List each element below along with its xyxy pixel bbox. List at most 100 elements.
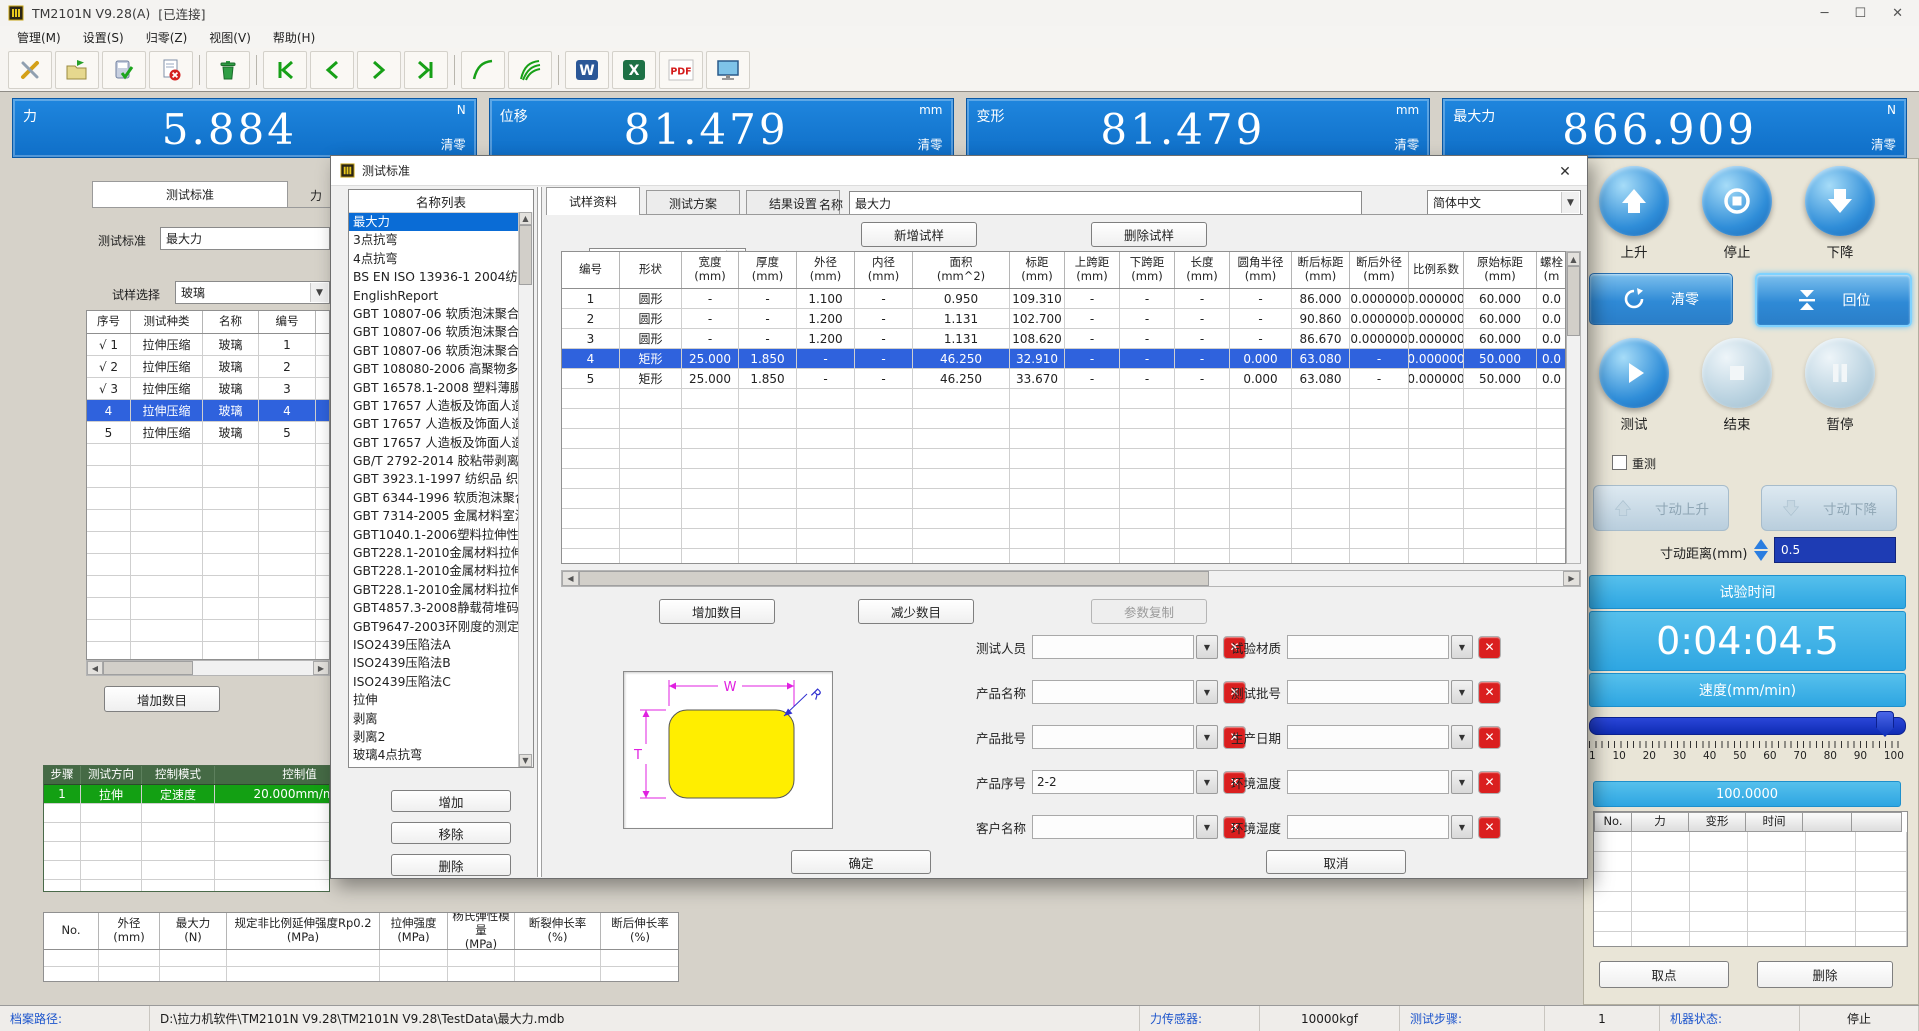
monitor-button[interactable] [706,51,750,89]
field-input[interactable]: 2-2 [1032,770,1194,794]
scroll-left-icon[interactable]: ◀ [87,661,103,675]
list-delete-button[interactable]: 删除 [391,854,511,876]
list-item[interactable]: ISO2439压陷法A [349,636,521,654]
table-row[interactable] [44,967,678,982]
chevron-down-icon[interactable]: ▼ [310,283,328,302]
field-input[interactable] [1032,815,1194,839]
nav-first-button[interactable] [263,51,307,89]
tools-button[interactable] [8,51,52,89]
field-clear-icon[interactable]: ✕ [1478,726,1501,749]
table-row[interactable]: 4拉伸压缩玻璃4 [87,400,329,422]
table-row[interactable] [87,532,329,554]
list-item[interactable]: ISO2439压陷法B [349,654,521,672]
field-dropdown-icon[interactable]: ▼ [1451,680,1473,704]
table-row[interactable] [44,950,678,967]
tab-test-standard[interactable]: 测试标准 [92,181,288,207]
table-row[interactable] [87,620,329,642]
table-row[interactable] [87,444,329,466]
export-pdf-button[interactable]: PDF [659,51,703,89]
sub-count-button[interactable]: 减少数目 [858,599,974,624]
field-input[interactable] [1287,770,1449,794]
table-row[interactable] [87,554,329,576]
curve-single-button[interactable] [461,51,505,89]
nav-last-button[interactable] [404,51,448,89]
test-pause-button[interactable] [1805,338,1875,408]
language-combo[interactable]: 简体中文▼ [1427,190,1581,215]
curve-multi-button[interactable] [508,51,552,89]
list-item[interactable]: GBT 6344-1996 软质泡沫聚合物 [349,489,521,507]
table-row[interactable] [1594,892,1907,912]
list-item[interactable]: 最大力 [349,213,521,231]
table-row[interactable] [562,489,1565,509]
jog-up-button[interactable] [1599,166,1669,236]
list-item[interactable]: GB/T 2792-2014 胶粘带剥离强度 [349,452,521,470]
home-button[interactable]: 回位 [1755,273,1912,327]
take-point-button[interactable]: 取点 [1599,961,1729,988]
list-item[interactable]: GBT 16578.1-2008 塑料薄膜和薄膜 [349,379,521,397]
field-dropdown-icon[interactable]: ▼ [1196,725,1218,749]
tab-force-partial[interactable]: 力 [310,187,322,204]
delete-point-button[interactable]: 删除 [1757,961,1893,988]
table-row[interactable] [44,880,329,892]
scroll-down-icon[interactable]: ▼ [519,754,532,767]
table-row[interactable]: 3圆形--1.200-1.131108.620----86.6700.00000… [562,329,1565,349]
list-item[interactable]: BS EN ISO 13936-1 2004纺织品 [349,268,521,286]
standard-input[interactable]: 最大力 [160,227,330,250]
chevron-down-icon[interactable]: ▼ [1561,192,1579,213]
inch-distance-field[interactable]: 0.5 [1774,537,1896,563]
sample-select-combo[interactable]: 玻璃▼ [175,281,330,304]
field-input[interactable] [1032,635,1194,659]
list-add-button[interactable]: 增加 [391,790,511,812]
list-item[interactable]: GBT 17657 人造板及饰面人造板理 [349,434,521,452]
field-clear-icon[interactable]: ✕ [1478,771,1501,794]
field-dropdown-icon[interactable]: ▼ [1451,815,1473,839]
table-row[interactable] [87,510,329,532]
test-start-button[interactable] [1599,338,1669,408]
standard-name-input[interactable]: 最大力 [849,191,1362,215]
list-item[interactable]: GBT9647-2003环刚度的测定 [349,618,521,636]
minimize-button[interactable]: ─ [1821,6,1829,21]
field-input[interactable] [1287,725,1449,749]
specimen-table-vscrollbar[interactable]: ▲ [1566,251,1581,564]
trash-button[interactable] [206,51,250,89]
table-row[interactable] [562,409,1565,429]
scroll-thumb[interactable] [579,571,1209,586]
table-row[interactable] [1594,932,1907,947]
list-item[interactable]: 玻璃4点抗弯 [349,746,521,764]
field-dropdown-icon[interactable]: ▼ [1451,770,1473,794]
field-dropdown-icon[interactable]: ▼ [1196,815,1218,839]
table-row[interactable]: √ 2拉伸压缩玻璃2 [87,356,329,378]
maximize-button[interactable]: ☐ [1854,6,1866,21]
list-vscrollbar[interactable]: ▲ ▼ [518,212,533,767]
meter-clear-button[interactable]: 清零 [917,134,942,153]
list-item[interactable]: GBT228.1-2010金属材料拉伸试验 [349,544,521,562]
specimen-table-hscrollbar[interactable]: ◀ ▶ [561,570,1581,587]
table-row[interactable]: 1圆形--1.100-0.950109.310----86.0000.00000… [562,289,1565,309]
table-row[interactable]: √ 1拉伸压缩玻璃1 [87,334,329,356]
report-delete-button[interactable] [149,51,193,89]
table-row[interactable]: 5拉伸压缩玻璃5 [87,422,329,444]
speed-slider-track[interactable] [1589,717,1906,735]
table-row[interactable] [562,549,1565,564]
table-row[interactable] [87,576,329,598]
table-row[interactable] [562,389,1565,409]
list-item[interactable]: 剥离 [349,710,521,728]
list-item[interactable]: GBT 10807-06 软质泡沫聚合材料 [349,342,521,360]
table-row[interactable] [87,466,329,488]
delete-specimen-button[interactable]: 删除试样 [1091,222,1207,247]
field-input[interactable] [1287,680,1449,704]
add-count-button-left[interactable]: 增加数目 [104,686,220,712]
list-item[interactable]: GBT 17657 人造板及饰面人造板理 [349,415,521,433]
menu-item[interactable]: 帮助(H) [262,26,326,49]
scroll-thumb[interactable] [519,225,532,285]
ok-button[interactable]: 确定 [791,850,931,874]
menu-item[interactable]: 视图(V) [198,26,262,49]
table-row[interactable] [562,529,1565,549]
field-dropdown-icon[interactable]: ▼ [1196,635,1218,659]
table-row[interactable] [44,842,329,861]
table-row[interactable] [44,823,329,842]
export-excel-button[interactable]: X [612,51,656,89]
list-item[interactable]: 剥离2 [349,728,521,746]
field-input[interactable] [1032,725,1194,749]
spinner-up-icon[interactable] [1754,539,1768,549]
